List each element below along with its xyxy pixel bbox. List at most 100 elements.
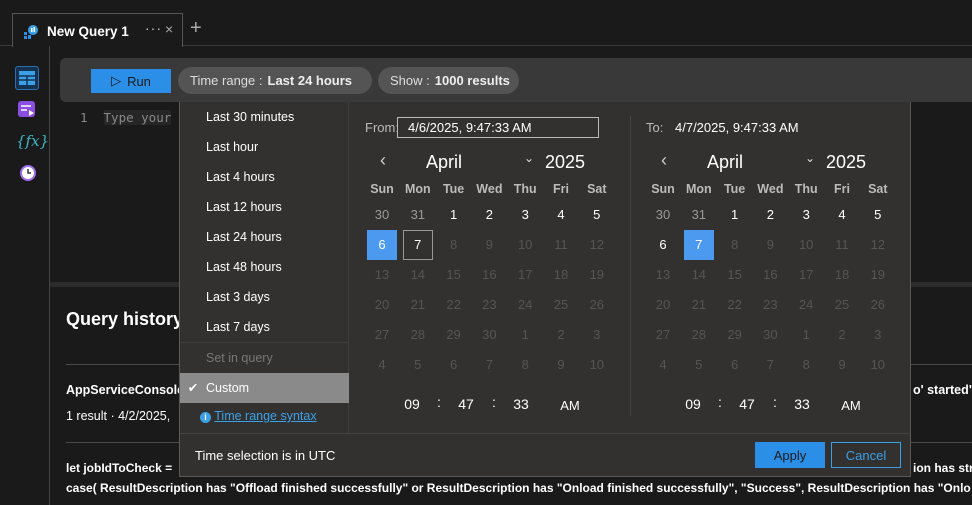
calendar-day: 31 (691, 207, 707, 222)
time-option[interactable]: Last hour (180, 132, 349, 162)
calendar-day[interactable]: 6 (648, 230, 678, 260)
month-select[interactable]: April (426, 152, 462, 173)
calendar-day: 30 (482, 327, 497, 342)
tab-title: New Query 1 (47, 24, 129, 39)
query-editor[interactable]: 1 Type your (80, 110, 172, 125)
calendar-day[interactable]: 2 (755, 200, 785, 230)
time-range-syntax-link[interactable]: i Time range syntax (200, 409, 317, 423)
apply-button[interactable]: Apply (755, 442, 825, 468)
calendar-day: 25 (553, 297, 569, 312)
ampm-toggle[interactable]: AM (841, 398, 861, 413)
tab-bar: New Query 1 ··· × + (0, 0, 972, 47)
calendar-day: 26 (589, 297, 605, 312)
calendar-day: 18 (553, 267, 569, 282)
calendar-day: 3 (874, 327, 882, 342)
calendar-day: 6 (730, 357, 739, 372)
cancel-button[interactable]: Cancel (831, 442, 901, 468)
log-analytics-icon (24, 25, 38, 39)
calendar-day: 15 (727, 267, 742, 282)
calendar-day: 6 (449, 357, 458, 372)
calendar-day[interactable]: 3 (510, 200, 540, 230)
time-range-label: Time range : (190, 73, 263, 88)
from-minute-spinner[interactable]: 47 (458, 396, 474, 412)
time-range-options: Set in query ✔ Custom i Time range syntax… (180, 102, 349, 433)
calendar-day: 19 (870, 267, 886, 282)
time-option[interactable]: Last 30 minutes (180, 102, 349, 132)
from-input[interactable]: 4/6/2025, 9:47:33 AM (397, 117, 599, 138)
time-option[interactable]: Last 3 days (180, 282, 349, 312)
calendar-day: 3 (593, 327, 601, 342)
calendar-day[interactable]: 7 (683, 230, 714, 260)
calendar-day: 10 (798, 237, 814, 252)
calendar-day: 8 (521, 357, 529, 372)
calendar-day[interactable]: 4 (546, 200, 576, 230)
calendar-day: 30 (763, 327, 778, 342)
history-icon[interactable] (17, 163, 37, 183)
divider (180, 433, 910, 434)
calendar-day[interactable]: 1 (439, 200, 469, 230)
calendar-day: 29 (446, 327, 461, 342)
ampm-toggle[interactable]: AM (560, 398, 580, 413)
time-range-button[interactable]: Time range : Last 24 hours (178, 67, 372, 94)
month-select[interactable]: April (707, 152, 743, 173)
calendar-day: 8 (730, 237, 739, 252)
year-label: 2025 (545, 152, 586, 172)
history-item-query[interactable]: let jobIdToCheck = (66, 461, 172, 475)
queries-icon[interactable] (17, 99, 37, 119)
chevron-down-icon[interactable]: ⌄ (524, 151, 534, 165)
calendar-day: 14 (410, 267, 426, 282)
tab-new-query-1[interactable]: New Query 1 ··· × (12, 13, 183, 47)
calendar-day: 2 (838, 327, 846, 342)
run-button[interactable]: ▷ Run (91, 69, 171, 93)
tables-icon[interactable] (15, 66, 39, 90)
year-label: 2025 (826, 152, 867, 172)
time-separator: : (492, 394, 496, 410)
time-option[interactable]: Last 4 hours (180, 162, 349, 192)
calendar-day[interactable]: 7 (402, 230, 433, 260)
from-label: From: (365, 120, 399, 135)
calendar-day[interactable]: 4 (827, 200, 857, 230)
add-tab-button[interactable]: + (190, 17, 202, 40)
calendar-day: 30 (655, 207, 671, 222)
time-option[interactable]: Last 12 hours (180, 192, 349, 222)
calendar-day[interactable]: 2 (474, 200, 504, 230)
close-icon[interactable]: × (165, 21, 173, 37)
calendar-day: 11 (835, 237, 849, 252)
info-icon: i (200, 412, 211, 423)
calendar-day: 8 (449, 237, 458, 252)
calendar-day[interactable]: 5 (863, 200, 893, 230)
from-second-spinner[interactable]: 33 (513, 396, 529, 412)
calendar-day[interactable]: 6 (367, 230, 397, 260)
functions-icon[interactable]: {fx} (16, 132, 49, 150)
to-second-spinner[interactable]: 33 (794, 396, 810, 412)
more-icon[interactable]: ··· (145, 20, 162, 36)
time-option[interactable]: Last 24 hours (180, 222, 349, 252)
option-custom[interactable]: ✔ Custom (180, 373, 349, 403)
time-option[interactable]: Last 7 days (180, 312, 349, 342)
time-range-value: Last 24 hours (267, 73, 353, 88)
time-option[interactable]: Last 48 hours (180, 252, 349, 282)
side-rail: {fx} (0, 46, 50, 505)
calendar-day: 8 (802, 357, 810, 372)
prev-month-icon[interactable]: ‹ (380, 150, 386, 171)
prev-month-icon[interactable]: ‹ (661, 150, 667, 171)
calendar-day[interactable]: 3 (791, 200, 821, 230)
calendar-day[interactable]: 5 (582, 200, 612, 230)
to-hour-spinner[interactable]: 09 (685, 396, 701, 412)
option-set-in-query: Set in query (206, 351, 273, 365)
calendar-day: 25 (834, 297, 850, 312)
editor-placeholder: Type your (103, 110, 172, 125)
from-hour-spinner[interactable]: 09 (404, 396, 420, 412)
chevron-down-icon[interactable]: ⌄ (805, 151, 815, 165)
calendar-day: 7 (766, 357, 774, 372)
calendar-day: 23 (763, 297, 778, 312)
calendar-day: 16 (763, 267, 778, 282)
calendar-day[interactable]: 1 (720, 200, 750, 230)
to-minute-spinner[interactable]: 47 (739, 396, 755, 412)
history-item-query[interactable]: AppServiceConsole (66, 383, 184, 397)
history-item-meta: 1 result · 4/2/2025, (66, 409, 171, 423)
show-results-button[interactable]: Show : 1000 results (378, 67, 519, 94)
show-label: Show : (390, 73, 430, 88)
calendar-day: 4 (659, 357, 667, 372)
calendar-day: 13 (374, 267, 390, 282)
